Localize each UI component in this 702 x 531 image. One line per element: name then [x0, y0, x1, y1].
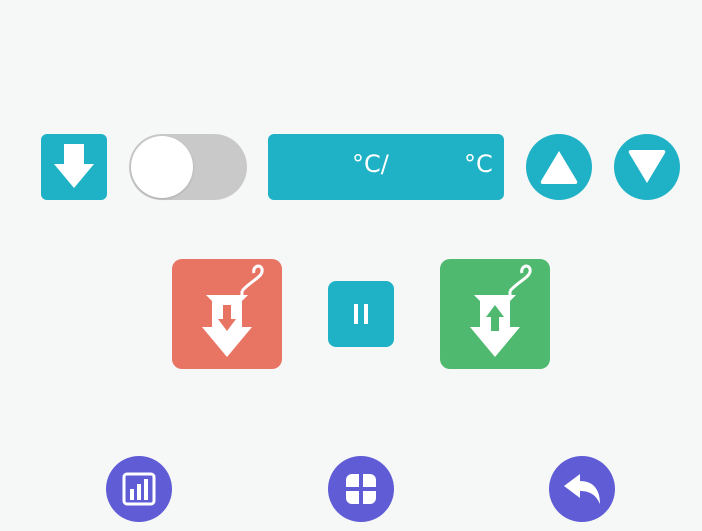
back-arrow-icon: [564, 474, 600, 504]
pause-icon: [354, 304, 368, 324]
load-filament-button[interactable]: [172, 259, 282, 369]
pause-button[interactable]: [328, 281, 394, 347]
temperature-display[interactable]: °C/ °C: [268, 134, 504, 200]
filament-load-icon: [202, 264, 264, 357]
grid-icon: [346, 474, 376, 504]
statistics-button[interactable]: [106, 456, 172, 522]
toggle-knob: [131, 136, 193, 198]
bar-chart-icon: [122, 472, 156, 506]
unload-filament-button[interactable]: [440, 259, 550, 369]
main-menu-button[interactable]: [328, 456, 394, 522]
back-button[interactable]: [549, 456, 615, 522]
filament-unload-icon: [470, 264, 532, 357]
triangle-up-icon: [540, 151, 578, 184]
nozzle-down-icon: [54, 144, 94, 188]
temperature-up-button[interactable]: [526, 134, 592, 200]
temperature-down-button[interactable]: [614, 134, 680, 200]
triangle-down-icon: [628, 150, 666, 183]
nozzle-select-button[interactable]: [41, 134, 107, 200]
current-temperature: °C/: [352, 150, 389, 178]
target-temperature: °C: [464, 150, 493, 178]
heater-toggle[interactable]: [129, 134, 247, 200]
